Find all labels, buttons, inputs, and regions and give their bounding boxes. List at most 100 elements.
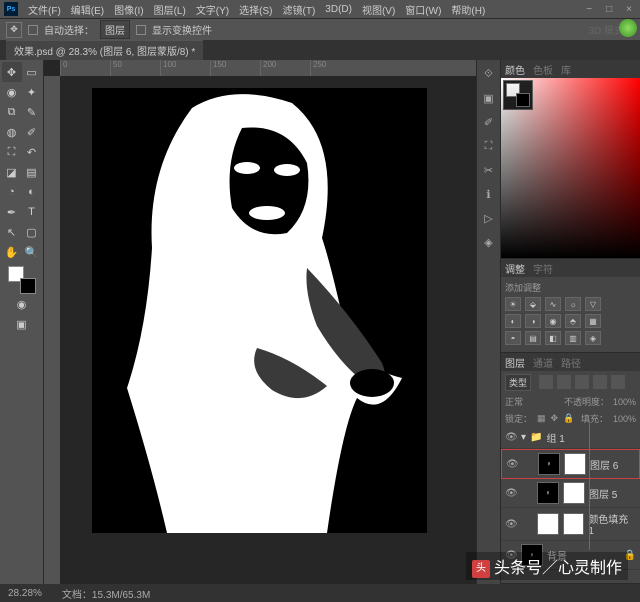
doc-size[interactable]: 文档：15.3M/65.3M	[62, 586, 150, 601]
adj-lookup-icon[interactable]: ▦	[585, 314, 601, 328]
heal-tool[interactable]: ◍	[2, 122, 22, 142]
user-avatar[interactable]	[619, 19, 637, 37]
play-icon[interactable]: ▷	[481, 210, 497, 226]
menu-3d[interactable]: 3D(D)	[321, 4, 356, 15]
move-tool-icon[interactable]: ✥	[6, 22, 22, 38]
layer-row[interactable]: 👁 颜色填充 1	[501, 508, 640, 541]
lock-all-icon[interactable]: 🔒	[563, 413, 574, 424]
layer-mask-thumb[interactable]: ♀	[563, 482, 585, 504]
adj-brightness-icon[interactable]: ☀	[505, 297, 521, 311]
zoom-tool[interactable]: 🔍	[22, 242, 42, 262]
background-color[interactable]	[20, 278, 36, 294]
adj-mixer-icon[interactable]: ⬘	[565, 314, 581, 328]
visibility-icon[interactable]: 👁	[505, 432, 517, 443]
menu-window[interactable]: 窗口(W)	[401, 2, 445, 17]
auto-select-checkbox[interactable]	[28, 25, 38, 35]
adj-hue-icon[interactable]: ◐	[505, 314, 521, 328]
stamp-tool[interactable]: ⛶	[2, 142, 22, 162]
hand-tool[interactable]: ✋	[2, 242, 22, 262]
shape-tool[interactable]: ▢	[22, 222, 42, 242]
color-picker-swatches[interactable]	[503, 80, 533, 110]
brush-tool[interactable]: ✐	[22, 122, 42, 142]
marquee-tool[interactable]: ▭	[22, 62, 42, 82]
close-icon[interactable]: ×	[622, 4, 636, 15]
wand-tool[interactable]: ✦	[22, 82, 42, 102]
filter-type-icon[interactable]	[575, 375, 589, 389]
actions-icon[interactable]: ▣	[481, 90, 497, 106]
visibility-icon[interactable]: 👁	[505, 488, 517, 499]
layer-mask-thumb[interactable]	[563, 513, 585, 535]
adj-vibrance-icon[interactable]: ▽	[585, 297, 601, 311]
layer-kind-dropdown[interactable]: 类型	[505, 374, 531, 391]
minimize-icon[interactable]: −	[582, 4, 596, 15]
character-tab[interactable]: 字符	[533, 261, 553, 276]
lasso-tool[interactable]: ◉	[2, 82, 22, 102]
menu-image[interactable]: 图像(I)	[110, 2, 147, 17]
blur-tool[interactable]: ◔	[2, 182, 22, 202]
libraries-tab[interactable]: 库	[561, 62, 571, 77]
channels-tab[interactable]: 通道	[533, 355, 553, 370]
adjustments-tab[interactable]: 调整	[505, 261, 525, 276]
menu-type[interactable]: 文字(Y)	[192, 2, 233, 17]
document-tab[interactable]: 效果.psd @ 28.3% (图层 6, 图层蒙版/8) *	[6, 40, 203, 60]
chevron-down-icon[interactable]: ▾	[521, 432, 526, 443]
history-icon[interactable]: ⟐	[481, 66, 497, 82]
eraser-tool[interactable]: ◪	[2, 162, 22, 182]
adj-curves-icon[interactable]: ∿	[545, 297, 561, 311]
adj-poster-icon[interactable]: ▤	[525, 331, 541, 345]
adj-photo-icon[interactable]: ◉	[545, 314, 561, 328]
clone-icon[interactable]: ⛶	[481, 138, 497, 154]
layer-mask-thumb[interactable]: ♀	[564, 453, 586, 475]
lock-position-icon[interactable]: ✥	[551, 413, 559, 424]
fill-value[interactable]: 100%	[613, 414, 636, 424]
adj-invert-icon[interactable]: ◓	[505, 331, 521, 345]
layer-row-selected[interactable]: 👁 ♀ ♀ 图层 6	[501, 449, 640, 479]
paths-tab[interactable]: 路径	[561, 355, 581, 370]
maximize-icon[interactable]: □	[602, 4, 616, 15]
menu-layer[interactable]: 图层(L)	[150, 2, 190, 17]
adj-exposure-icon[interactable]: ☼	[565, 297, 581, 311]
quickmask-tool[interactable]: ◉	[12, 294, 32, 314]
zoom-level[interactable]: 28.28%	[8, 588, 42, 599]
visibility-icon[interactable]: 👁	[506, 459, 518, 470]
filter-shape-icon[interactable]	[593, 375, 607, 389]
color-picker[interactable]	[501, 78, 640, 258]
layer-group-row[interactable]: 👁 ▾ 📁 组 1	[501, 427, 640, 449]
layer-thumb[interactable]: ♀	[538, 453, 560, 475]
fx-icon[interactable]: ◈	[481, 234, 497, 250]
layer-thumb[interactable]	[537, 513, 559, 535]
history-tool[interactable]: ↶	[22, 142, 42, 162]
lock-pixels-icon[interactable]: ▦	[537, 413, 546, 424]
opacity-value[interactable]: 100%	[613, 397, 636, 407]
adj-threshold-icon[interactable]: ◧	[545, 331, 561, 345]
menu-edit[interactable]: 编辑(E)	[67, 2, 108, 17]
layer-thumb[interactable]: ♀	[537, 482, 559, 504]
adj-bw-icon[interactable]: ◑	[525, 314, 541, 328]
menu-help[interactable]: 帮助(H)	[447, 2, 489, 17]
move-tool[interactable]: ✥	[2, 62, 22, 82]
pen-tool[interactable]: ✒	[2, 202, 22, 222]
adj-levels-icon[interactable]: ⬙	[525, 297, 541, 311]
brush-panel-icon[interactable]: ✐	[481, 114, 497, 130]
canvas[interactable]	[92, 88, 427, 533]
transform-checkbox[interactable]	[136, 25, 146, 35]
layers-tab[interactable]: 图层	[505, 355, 525, 370]
color-tab[interactable]: 颜色	[505, 62, 525, 77]
filter-pixel-icon[interactable]	[539, 375, 553, 389]
auto-select-dropdown[interactable]: 图层	[100, 20, 130, 39]
color-swatches[interactable]	[8, 266, 36, 294]
crop-tool[interactable]: ⧉	[2, 102, 22, 122]
type-tool[interactable]: T	[22, 202, 42, 222]
blend-mode-dropdown[interactable]: 正常	[505, 395, 523, 408]
menu-filter[interactable]: 滤镜(T)	[279, 2, 320, 17]
filter-smart-icon[interactable]	[611, 375, 625, 389]
dodge-tool[interactable]: ◐	[22, 182, 42, 202]
eyedropper-tool[interactable]: ✎	[22, 102, 42, 122]
filter-adj-icon[interactable]	[557, 375, 571, 389]
info-icon[interactable]: ℹ	[481, 186, 497, 202]
adj-selective-icon[interactable]: ◈	[585, 331, 601, 345]
menu-file[interactable]: 文件(F)	[24, 2, 65, 17]
menu-select[interactable]: 选择(S)	[235, 2, 276, 17]
path-tool[interactable]: ↖	[2, 222, 22, 242]
swatches-tab[interactable]: 色板	[533, 62, 553, 77]
